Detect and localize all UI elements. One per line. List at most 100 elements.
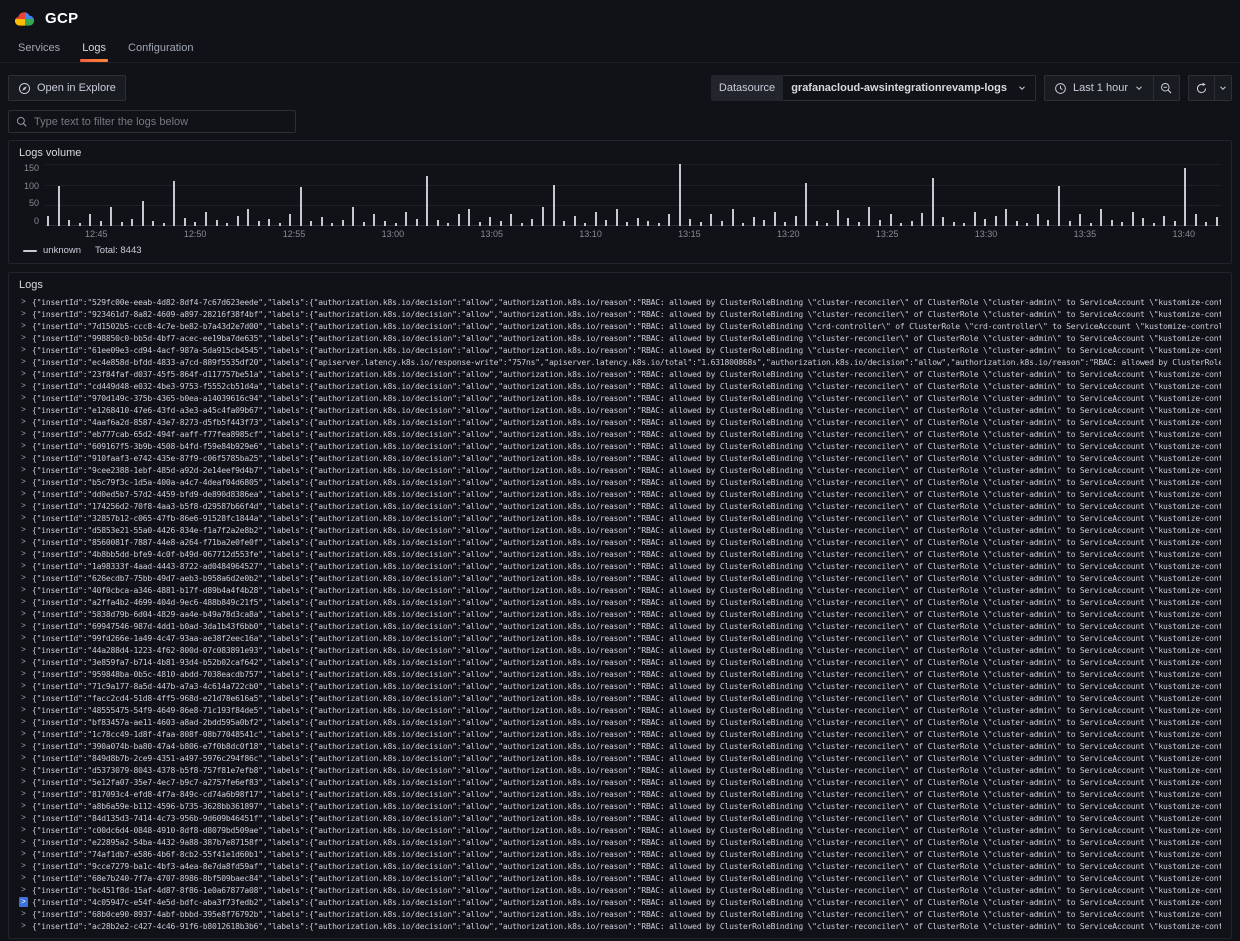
expand-log-row-icon[interactable]: > (19, 921, 28, 931)
tab-configuration[interactable]: Configuration (120, 36, 201, 62)
log-row[interactable]: > {"insertId":"7d1502b5-ccc8-4c7e-be82-b7… (19, 320, 1221, 332)
log-filter-input[interactable] (34, 115, 288, 128)
log-row[interactable]: > {"insertId":"4c05947c-e54f-4e5d-bdfc-ab… (19, 896, 1221, 908)
log-row[interactable]: > {"insertId":"bc451f8d-15af-4d87-8f86-1e… (19, 884, 1221, 896)
expand-log-row-icon[interactable]: > (19, 417, 28, 427)
expand-log-row-icon[interactable]: > (19, 297, 28, 307)
log-row[interactable]: > {"insertId":"4b8bb5dd-bfe9-4c0f-b49d-06… (19, 548, 1221, 560)
expand-log-row-icon[interactable]: > (19, 369, 28, 379)
expand-log-row-icon[interactable]: > (19, 801, 28, 811)
log-row[interactable]: > {"insertId":"529fc00e-eeab-4d82-8df4-7c… (19, 296, 1221, 308)
expand-log-row-icon[interactable]: > (19, 465, 28, 475)
expand-log-row-icon[interactable]: > (19, 393, 28, 403)
open-in-explore-button[interactable]: Open in Explore (8, 75, 126, 101)
log-row[interactable]: > {"insertId":"817093c4-efd8-4f7a-849c-cd… (19, 788, 1221, 800)
time-range-button[interactable]: Last 1 hour (1043, 75, 1153, 101)
log-row[interactable]: > {"insertId":"eb777cab-65d2-494f-aaff-f7… (19, 428, 1221, 440)
log-row[interactable]: > {"insertId":"923461d7-8a82-4609-a897-28… (19, 308, 1221, 320)
expand-log-row-icon[interactable]: > (19, 693, 28, 703)
expand-log-row-icon[interactable]: > (19, 777, 28, 787)
expand-log-row-icon[interactable]: > (19, 573, 28, 583)
log-row[interactable]: > {"insertId":"dd0ed5b7-57d2-4459-bfd9-de… (19, 488, 1221, 500)
log-row[interactable]: > {"insertId":"9cce7279-ba1c-4bf3-a4ea-8e… (19, 860, 1221, 872)
log-row[interactable]: > {"insertId":"84d135d3-7414-4c73-956b-9d… (19, 812, 1221, 824)
expand-log-row-icon[interactable]: > (19, 873, 28, 883)
log-row[interactable]: > {"insertId":"48555475-54f9-4649-86e8-71… (19, 704, 1221, 716)
expand-log-row-icon[interactable]: > (19, 345, 28, 355)
expand-log-row-icon[interactable]: > (19, 309, 28, 319)
expand-log-row-icon[interactable]: > (19, 321, 28, 331)
refresh-button[interactable] (1188, 75, 1214, 101)
log-row[interactable]: > {"insertId":"23f84faf-d037-45f5-864f-d1… (19, 368, 1221, 380)
volume-plot-area[interactable] (45, 164, 1221, 226)
log-row[interactable]: > {"insertId":"174256d2-70f8-4aa3-b5f8-d2… (19, 500, 1221, 512)
log-row[interactable]: > {"insertId":"cd449d48-e032-4be3-9753-f5… (19, 380, 1221, 392)
log-row[interactable]: > {"insertId":"3e859fa7-b714-4b81-93d4-b5… (19, 656, 1221, 668)
expand-log-row-icon[interactable]: > (19, 909, 28, 919)
expand-log-row-icon[interactable]: > (19, 861, 28, 871)
log-row[interactable]: > {"insertId":"40f0cbca-a346-4881-b17f-d8… (19, 584, 1221, 596)
expand-log-row-icon[interactable]: > (19, 717, 28, 727)
log-row[interactable]: > {"insertId":"e1268410-47e6-43fd-a3e3-a4… (19, 404, 1221, 416)
expand-log-row-icon[interactable]: > (19, 405, 28, 415)
expand-log-row-icon[interactable]: > (19, 669, 28, 679)
log-row[interactable]: > {"insertId":"68b0ce90-8937-4abf-bbbd-39… (19, 908, 1221, 920)
log-row[interactable]: > {"insertId":"970d149c-375b-4365-b0ea-a1… (19, 392, 1221, 404)
expand-log-row-icon[interactable]: > (19, 525, 28, 535)
expand-log-row-icon[interactable]: > (19, 897, 28, 907)
expand-log-row-icon[interactable]: > (19, 813, 28, 823)
expand-log-row-icon[interactable]: > (19, 357, 28, 367)
expand-log-row-icon[interactable]: > (19, 741, 28, 751)
expand-log-row-icon[interactable]: > (19, 765, 28, 775)
expand-log-row-icon[interactable]: > (19, 825, 28, 835)
expand-log-row-icon[interactable]: > (19, 621, 28, 631)
tab-services[interactable]: Services (10, 36, 68, 62)
expand-log-row-icon[interactable]: > (19, 429, 28, 439)
log-row[interactable]: > {"insertId":"390a074b-ba80-47a4-b806-e7… (19, 740, 1221, 752)
expand-log-row-icon[interactable]: > (19, 705, 28, 715)
log-row[interactable]: > {"insertId":"71c9a177-8a5d-447b-a7a3-4c… (19, 680, 1221, 692)
expand-log-row-icon[interactable]: > (19, 681, 28, 691)
log-row[interactable]: > {"insertId":"69947546-987d-4dd1-b0ad-3d… (19, 620, 1221, 632)
expand-log-row-icon[interactable]: > (19, 585, 28, 595)
log-row[interactable]: > {"insertId":"44a288d4-1223-4f62-800d-07… (19, 644, 1221, 656)
log-row[interactable]: > {"insertId":"e22895a2-54ba-4432-9a88-38… (19, 836, 1221, 848)
expand-log-row-icon[interactable]: > (19, 657, 28, 667)
log-row[interactable]: > {"insertId":"61ee09e3-cd94-4acf-987a-5d… (19, 344, 1221, 356)
log-row[interactable]: > {"insertId":"998850c0-bb5d-4bf7-acec-ee… (19, 332, 1221, 344)
zoom-out-time-button[interactable] (1153, 75, 1180, 101)
log-row[interactable]: > {"insertId":"4aaf6a2d-8587-43e7-8273-d5… (19, 416, 1221, 428)
log-row[interactable]: > {"insertId":"609167f5-3b9b-4508-b4fd-f5… (19, 440, 1221, 452)
expand-log-row-icon[interactable]: > (19, 489, 28, 499)
log-row[interactable]: > {"insertId":"849d8b7b-2ce9-4351-a497-59… (19, 752, 1221, 764)
expand-log-row-icon[interactable]: > (19, 729, 28, 739)
log-row[interactable]: > {"insertId":"9cee2388-1ebf-485d-a92d-2e… (19, 464, 1221, 476)
log-row[interactable]: > {"insertId":"ac28b2e2-c427-4c46-91f6-b8… (19, 920, 1221, 932)
log-row[interactable]: > {"insertId":"c00dc6d4-0848-4910-8df8-d8… (19, 824, 1221, 836)
datasource-select[interactable]: grafanacloud-awsintegrationrevamp-logs (783, 75, 1036, 101)
log-row[interactable]: > {"insertId":"99fd266e-1a49-4c47-93aa-ae… (19, 632, 1221, 644)
expand-log-row-icon[interactable]: > (19, 477, 28, 487)
expand-log-row-icon[interactable]: > (19, 333, 28, 343)
expand-log-row-icon[interactable]: > (19, 501, 28, 511)
expand-log-row-icon[interactable]: > (19, 633, 28, 643)
expand-log-row-icon[interactable]: > (19, 597, 28, 607)
expand-log-row-icon[interactable]: > (19, 609, 28, 619)
log-row[interactable]: > {"insertId":"a2ffa4b2-4699-404d-9ec6-48… (19, 596, 1221, 608)
log-row[interactable]: > {"insertId":"68e7b240-7f7a-4707-8986-8b… (19, 872, 1221, 884)
log-row[interactable]: > {"insertId":"d5853e21-55a0-4426-834e-f1… (19, 524, 1221, 536)
expand-log-row-icon[interactable]: > (19, 753, 28, 763)
log-row[interactable]: > {"insertId":"facc2cd4-51d8-4ff5-968d-e2… (19, 692, 1221, 704)
log-row[interactable]: > {"insertId":"1a98333f-4aad-4443-8722-ad… (19, 560, 1221, 572)
expand-log-row-icon[interactable]: > (19, 537, 28, 547)
log-row[interactable]: > {"insertId":"1c78cc49-1d8f-4faa-808f-08… (19, 728, 1221, 740)
log-row[interactable]: > {"insertId":"32857b12-c065-47fb-86e6-91… (19, 512, 1221, 524)
expand-log-row-icon[interactable]: > (19, 381, 28, 391)
expand-log-row-icon[interactable]: > (19, 645, 28, 655)
log-row[interactable]: > {"insertId":"5e12fa07-35e7-4ec7-b9c7-a2… (19, 776, 1221, 788)
log-row[interactable]: > {"insertId":"d5373079-8043-4378-b5f8-75… (19, 764, 1221, 776)
expand-log-row-icon[interactable]: > (19, 513, 28, 523)
tab-logs[interactable]: Logs (74, 36, 114, 62)
log-row[interactable]: > {"insertId":"5838d79b-6d04-4829-aa4e-b4… (19, 608, 1221, 620)
expand-log-row-icon[interactable]: > (19, 885, 28, 895)
